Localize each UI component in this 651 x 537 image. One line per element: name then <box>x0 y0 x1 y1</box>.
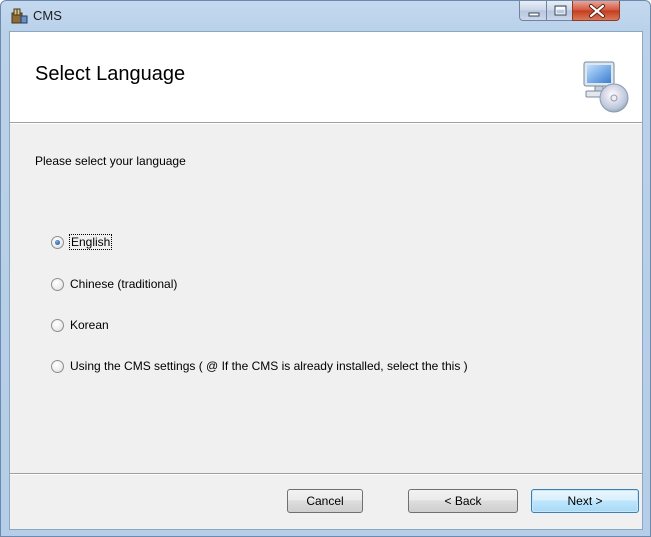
cancel-button[interactable]: Cancel <box>287 489 363 513</box>
radio-english[interactable]: English <box>51 234 113 250</box>
maximize-icon <box>554 5 567 16</box>
radio-label-korean[interactable]: Korean <box>70 318 109 332</box>
maximize-button[interactable] <box>546 1 573 21</box>
radio-button[interactable] <box>51 277 64 291</box>
installer-window: CMS Select Language Please select your l… <box>0 0 651 537</box>
close-icon <box>589 4 605 18</box>
minimize-icon <box>528 12 540 17</box>
radio-button[interactable] <box>51 235 64 249</box>
close-button[interactable] <box>572 1 620 21</box>
radio-chinese-traditional[interactable]: Chinese (traditional) <box>51 276 177 292</box>
radio-label-cms-settings[interactable]: Using the CMS settings ( @ If the CMS is… <box>70 359 468 373</box>
minimize-button[interactable] <box>519 1 547 21</box>
radio-korean[interactable]: Korean <box>51 317 109 333</box>
dialog-body: Select Language Please select your langu… <box>9 31 643 530</box>
instruction-text: Please select your language <box>35 154 186 168</box>
page-title: Select Language <box>35 63 186 85</box>
radio-cms-settings[interactable]: Using the CMS settings ( @ If the CMS is… <box>51 358 468 374</box>
next-button[interactable]: Next > <box>531 489 639 513</box>
installer-icon <box>10 7 28 25</box>
back-button[interactable]: < Back <box>408 489 518 513</box>
title-bar[interactable]: CMS <box>1 1 650 31</box>
header-banner: Select Language <box>10 32 642 124</box>
computer-cd-icon <box>582 58 632 120</box>
radio-button[interactable] <box>51 318 64 332</box>
radio-button[interactable] <box>51 359 64 373</box>
radio-label-chinese[interactable]: Chinese (traditional) <box>70 277 177 291</box>
window-title: CMS <box>33 8 62 23</box>
footer-separator <box>10 473 642 475</box>
radio-label-english[interactable]: English <box>68 234 113 250</box>
